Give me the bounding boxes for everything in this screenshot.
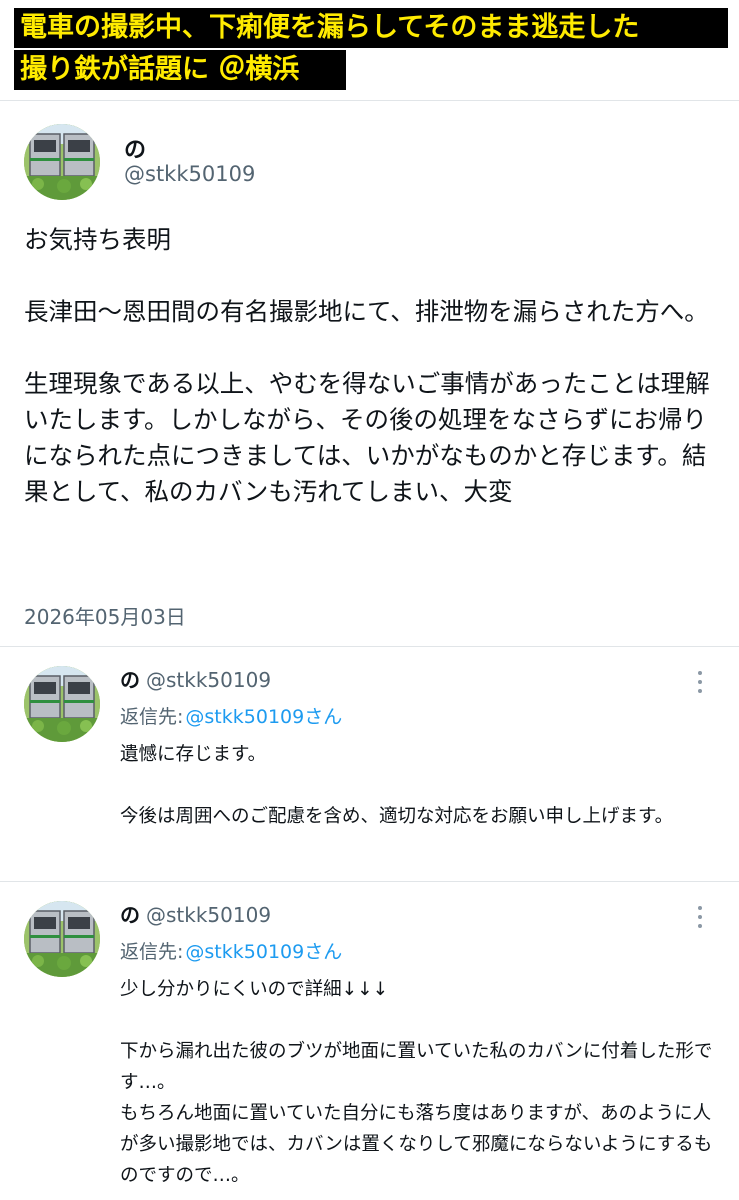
reply-divider bbox=[0, 881, 739, 882]
train-photo-avatar-icon bbox=[24, 124, 100, 200]
reply-to-handle-link[interactable]: @stkk50109さん bbox=[185, 706, 342, 728]
author-handle[interactable]: @stkk50109 bbox=[146, 903, 271, 927]
train-photo-avatar-icon bbox=[24, 901, 100, 977]
reply-header: の @stkk50109 bbox=[120, 901, 271, 929]
reply-to: 返信先: @stkk50109さん bbox=[120, 938, 342, 966]
reply-text: 少し分かりにくいので詳細↓↓↓ 下から漏れ出た彼のブツが地面に置いていた私のカバ… bbox=[120, 979, 713, 1186]
headline-line-2: 撮り鉄が話題に ＠横浜 bbox=[14, 50, 346, 90]
avatar[interactable] bbox=[24, 124, 100, 200]
tweet-divider bbox=[0, 646, 739, 647]
avatar[interactable] bbox=[24, 666, 100, 742]
more-vertical-icon[interactable] bbox=[690, 668, 710, 698]
author-handle[interactable]: @stkk50109 bbox=[146, 668, 271, 692]
author-name[interactable]: の bbox=[120, 903, 140, 927]
header-divider bbox=[0, 100, 739, 101]
more-vertical-icon[interactable] bbox=[690, 903, 710, 933]
author-name[interactable]: の bbox=[124, 132, 146, 164]
reply-text: 遺憾に存じます。 今後は周囲へのご配慮を含め、適切な対応をお願い申し上げます。 bbox=[120, 744, 674, 827]
reply-to: 返信先: @stkk50109さん bbox=[120, 703, 342, 731]
reply-to-label: 返信先: bbox=[120, 706, 184, 728]
headline-banner: 電車の撮影中、下痢便を漏らしてそのまま逃走した 撮り鉄が話題に ＠横浜 bbox=[0, 0, 739, 96]
headline-line-1: 電車の撮影中、下痢便を漏らしてそのまま逃走した bbox=[14, 8, 728, 48]
tweet-text: お気持ち表明 長津田〜恩田間の有名撮影地にて、排泄物を漏らされた方へ。 生理現象… bbox=[24, 225, 710, 506]
train-photo-avatar-icon bbox=[24, 666, 100, 742]
author-handle[interactable]: @stkk50109 bbox=[124, 162, 255, 186]
author-name[interactable]: の bbox=[120, 668, 140, 692]
reply-header: の @stkk50109 bbox=[120, 666, 271, 694]
reply-to-label: 返信先: bbox=[120, 941, 184, 963]
avatar[interactable] bbox=[24, 901, 100, 977]
tweet-date[interactable]: 2026年05月03日 bbox=[24, 601, 186, 630]
reply-to-handle-link[interactable]: @stkk50109さん bbox=[185, 941, 342, 963]
